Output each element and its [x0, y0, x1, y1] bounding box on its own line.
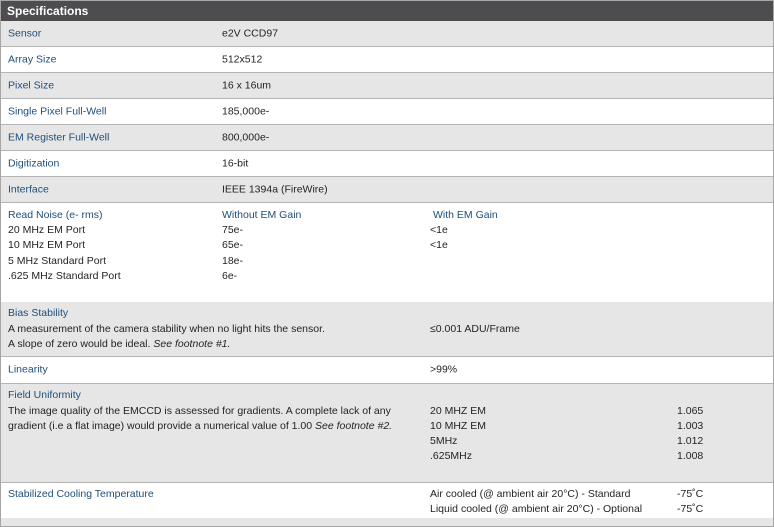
table-footer-strip: [1, 518, 773, 526]
spec-value: ≤0.001 ADU/Frame: [430, 323, 520, 335]
spec-row-array-size: Array Size 512x512: [1, 46, 773, 72]
spec-description: A measurement of the camera stability wh…: [8, 323, 325, 335]
column-header-with-em-gain: With EM Gain: [433, 209, 498, 221]
uniformity-mode: 20 MHZ EM: [430, 405, 487, 417]
cooling-mode: Air cooled (@ ambient air 20°C) - Standa…: [430, 488, 631, 500]
spec-row-single-pixel-full-well: Single Pixel Full-Well 185,000e-: [1, 98, 773, 124]
spec-value: IEEE 1394a (FireWire): [222, 183, 328, 195]
spec-row-field-uniformity: Field Uniformity The image quality of th…: [1, 383, 773, 482]
footnote-reference: See footnote #1.: [153, 338, 231, 350]
uniformity-value: 1.065: [677, 405, 704, 417]
read-noise-with: <1e: [430, 224, 448, 236]
uniformity-mode: .625MHz: [430, 450, 473, 462]
spec-row-pixel-size: Pixel Size 16 x 16um: [1, 72, 773, 98]
spec-label: Pixel Size: [8, 79, 55, 91]
spec-value: >99%: [430, 363, 458, 376]
spec-row-digitization: Digitization 16-bit: [1, 150, 773, 176]
spec-row-em-register-full-well: EM Register Full-Well 800,000e-: [1, 124, 773, 150]
read-noise-without: 6e-: [222, 270, 238, 282]
table-title: Specifications: [1, 1, 773, 21]
spec-row-interface: Interface IEEE 1394a (FireWire): [1, 176, 773, 202]
spec-label: Array Size: [8, 53, 57, 65]
read-noise-without: 75e-: [222, 224, 244, 236]
spec-row-stabilized-cooling: Stabilized Cooling Temperature Air coole…: [1, 482, 773, 518]
uniformity-value: 1.008: [677, 450, 704, 462]
read-noise-with: <1e: [430, 239, 448, 251]
spec-description: gradient (i.e a flat image) would provid…: [8, 420, 393, 432]
spec-value: 185,000e-: [222, 105, 270, 117]
cooling-value: -75˚C: [677, 488, 704, 500]
cooling-value: -75˚C: [677, 503, 704, 515]
spec-value: 512x512: [222, 53, 263, 65]
spec-description: A slope of zero would be ideal. See foot…: [8, 338, 231, 350]
read-noise-port: 20 MHz EM Port: [8, 224, 86, 236]
spec-label: Sensor: [8, 27, 42, 39]
read-noise-port: 5 MHz Standard Port: [8, 255, 107, 267]
uniformity-mode: 5MHz: [430, 435, 458, 447]
spec-label: Read Noise (e- rms): [8, 209, 103, 221]
spec-value: 16-bit: [222, 157, 249, 169]
spec-value: 16 x 16um: [222, 79, 272, 91]
cooling-mode: Liquid cooled (@ ambient air 20°C) - Opt…: [430, 503, 643, 515]
spec-label: Bias Stability: [8, 307, 69, 319]
read-noise-without: 18e-: [222, 255, 244, 267]
spec-value: e2V CCD97: [222, 27, 279, 39]
footnote-reference: See footnote #2.: [315, 420, 393, 432]
spec-label: Interface: [8, 183, 49, 195]
spec-row-read-noise: Read Noise (e- rms) Without EM Gain With…: [1, 202, 773, 302]
uniformity-mode: 10 MHZ EM: [430, 420, 487, 432]
spec-label: Field Uniformity: [8, 389, 81, 401]
uniformity-value: 1.003: [677, 420, 704, 432]
read-noise-port: .625 MHz Standard Port: [8, 270, 121, 282]
spec-description: The image quality of the EMCCD is assess…: [8, 405, 391, 417]
spec-label: Linearity: [8, 363, 48, 376]
spec-label: Single Pixel Full-Well: [8, 105, 107, 117]
spec-row-sensor: Sensor e2V CCD97: [1, 21, 773, 46]
read-noise-port: 10 MHz EM Port: [8, 239, 86, 251]
spec-label: Digitization: [8, 157, 60, 169]
spec-row-linearity: Linearity >99%: [1, 356, 773, 383]
spec-value: 800,000e-: [222, 131, 270, 143]
specifications-table: Specifications Sensor e2V CCD97 Array Si…: [0, 0, 774, 527]
spec-row-bias-stability: Bias Stability A measurement of the came…: [1, 302, 773, 356]
uniformity-value: 1.012: [677, 435, 704, 447]
read-noise-without: 65e-: [222, 239, 244, 251]
spec-label: Stabilized Cooling Temperature: [8, 488, 154, 500]
spec-label: EM Register Full-Well: [8, 131, 110, 143]
column-header-without-em-gain: Without EM Gain: [222, 209, 302, 221]
